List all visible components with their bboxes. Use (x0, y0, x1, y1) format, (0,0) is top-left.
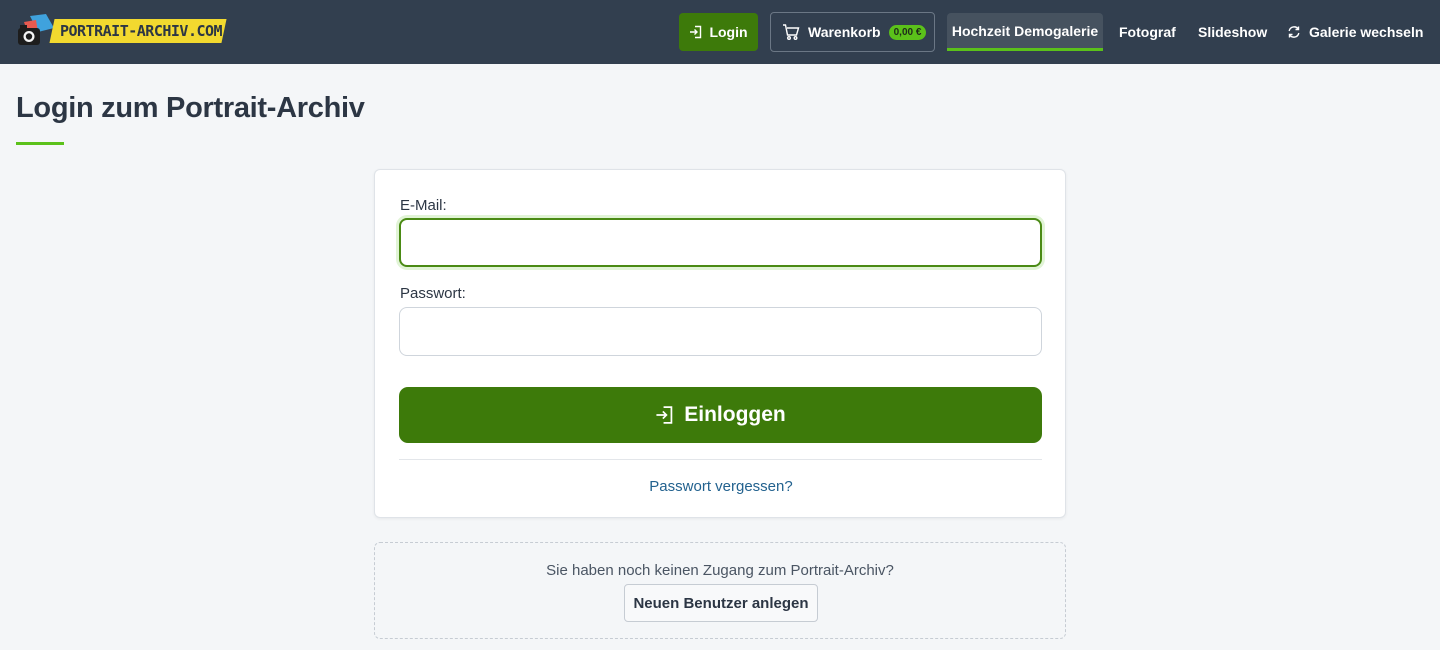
title-underline (16, 142, 64, 145)
logo-text: PORTRAIT-ARCHIV.COM (60, 22, 223, 40)
login-button-label: Login (709, 24, 748, 40)
register-box: Sie haben noch keinen Zugang zum Portrai… (374, 542, 1066, 639)
forgot-password-link[interactable]: Passwort vergessen? (375, 478, 1067, 495)
refresh-icon (1288, 26, 1300, 38)
nav-switch-gallery[interactable]: Galerie wechseln (1287, 13, 1423, 51)
top-navigation-bar: PORTRAIT-ARCHIV.COM Login Warenkorb 0,00… (0, 0, 1440, 64)
einloggen-button[interactable]: Einloggen (399, 387, 1042, 443)
sign-in-icon (690, 25, 702, 39)
password-label: Passwort: (400, 285, 466, 302)
login-card: E-Mail: Passwort: Einloggen Passwort ver… (374, 169, 1066, 518)
nav-active-gallery[interactable]: Hochzeit Demogalerie (947, 13, 1103, 51)
cart-button[interactable]: Warenkorb 0,00 € (770, 12, 935, 52)
shopping-cart-icon (783, 24, 800, 40)
login-button[interactable]: Login (679, 13, 758, 51)
email-field[interactable] (399, 218, 1042, 267)
email-label: E-Mail: (400, 197, 447, 214)
einloggen-button-label: Einloggen (684, 403, 786, 426)
register-prompt: Sie haben noch keinen Zugang zum Portrai… (546, 562, 894, 579)
switch-gallery-label: Galerie wechseln (1309, 24, 1424, 40)
password-field[interactable] (399, 307, 1042, 356)
page-title: Login zum Portrait-Archiv (16, 92, 365, 124)
sign-in-icon (656, 406, 673, 424)
create-user-button[interactable]: Neuen Benutzer anlegen (624, 584, 818, 622)
cart-total-badge: 0,00 € (888, 24, 927, 40)
site-logo[interactable]: PORTRAIT-ARCHIV.COM (16, 14, 227, 48)
nav-photographer[interactable]: Fotograf (1119, 13, 1176, 51)
nav-slideshow[interactable]: Slideshow (1198, 13, 1267, 51)
cart-label: Warenkorb (808, 24, 881, 40)
card-divider (399, 459, 1042, 460)
